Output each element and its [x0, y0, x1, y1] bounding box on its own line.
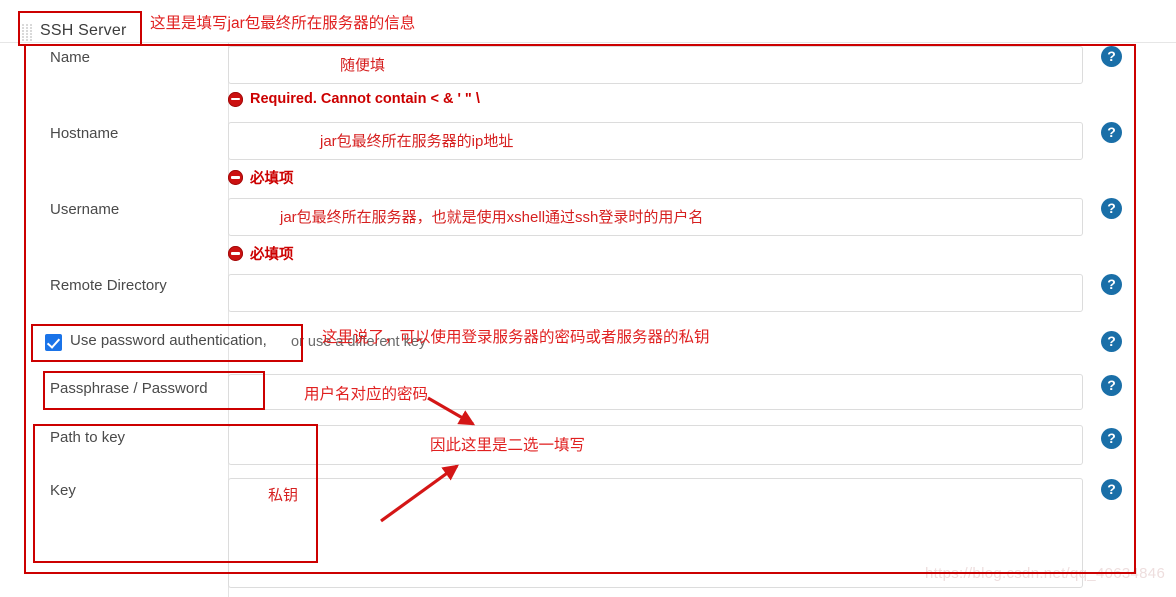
input-path-to-key[interactable]: [228, 425, 1083, 465]
label-key: Key: [50, 482, 76, 499]
error-hostname: 必填项: [228, 167, 294, 188]
tab-strip: SSH Server: [0, 8, 1176, 42]
help-icon-authentication[interactable]: ?: [1101, 331, 1122, 352]
checkbox-sub-label: or use a different key: [291, 334, 427, 350]
input-username[interactable]: [228, 198, 1083, 236]
label-name: Name: [50, 49, 91, 66]
checkbox-use-password-authentication[interactable]: [45, 334, 62, 351]
label-username: Username: [50, 201, 120, 218]
error-hostname-text: 必填项: [250, 171, 294, 187]
input-passphrase[interactable]: [228, 374, 1083, 410]
error-circle-icon: [228, 246, 243, 261]
label-passphrase: Passphrase / Password: [50, 380, 208, 397]
label-remote-directory: Remote Directory: [50, 277, 167, 294]
help-icon-username[interactable]: ?: [1101, 198, 1122, 219]
error-name: Required. Cannot contain < & ' " \: [228, 91, 480, 107]
input-hostname[interactable]: [228, 122, 1083, 160]
header-divider: [0, 42, 1176, 43]
help-icon-hostname[interactable]: ?: [1101, 122, 1122, 143]
help-icon-remote-directory[interactable]: ?: [1101, 274, 1122, 295]
help-icon-path-to-key[interactable]: ?: [1101, 428, 1122, 449]
error-name-text: Required. Cannot contain < & ' " \: [250, 91, 480, 107]
help-icon-name[interactable]: ?: [1101, 46, 1122, 67]
ssh-server-form-panel: SSH Server Name 随便填 ? Required. Cannot c…: [0, 0, 1176, 597]
error-username-text: 必填项: [250, 247, 294, 263]
tab-ssh-server[interactable]: SSH Server: [40, 22, 126, 40]
input-key[interactable]: [228, 478, 1083, 588]
drag-handle-icon[interactable]: [22, 24, 32, 44]
help-icon-passphrase[interactable]: ?: [1101, 375, 1122, 396]
error-circle-icon: [228, 91, 243, 107]
label-path-to-key: Path to key: [50, 429, 126, 446]
error-username: 必填项: [228, 243, 294, 264]
checkbox-label: Use password authentication,: [70, 332, 267, 349]
input-name[interactable]: [228, 46, 1083, 84]
help-icon-key[interactable]: ?: [1101, 479, 1122, 500]
label-hostname: Hostname: [50, 125, 119, 142]
error-circle-icon: [228, 170, 243, 185]
input-remote-directory[interactable]: [228, 274, 1083, 312]
